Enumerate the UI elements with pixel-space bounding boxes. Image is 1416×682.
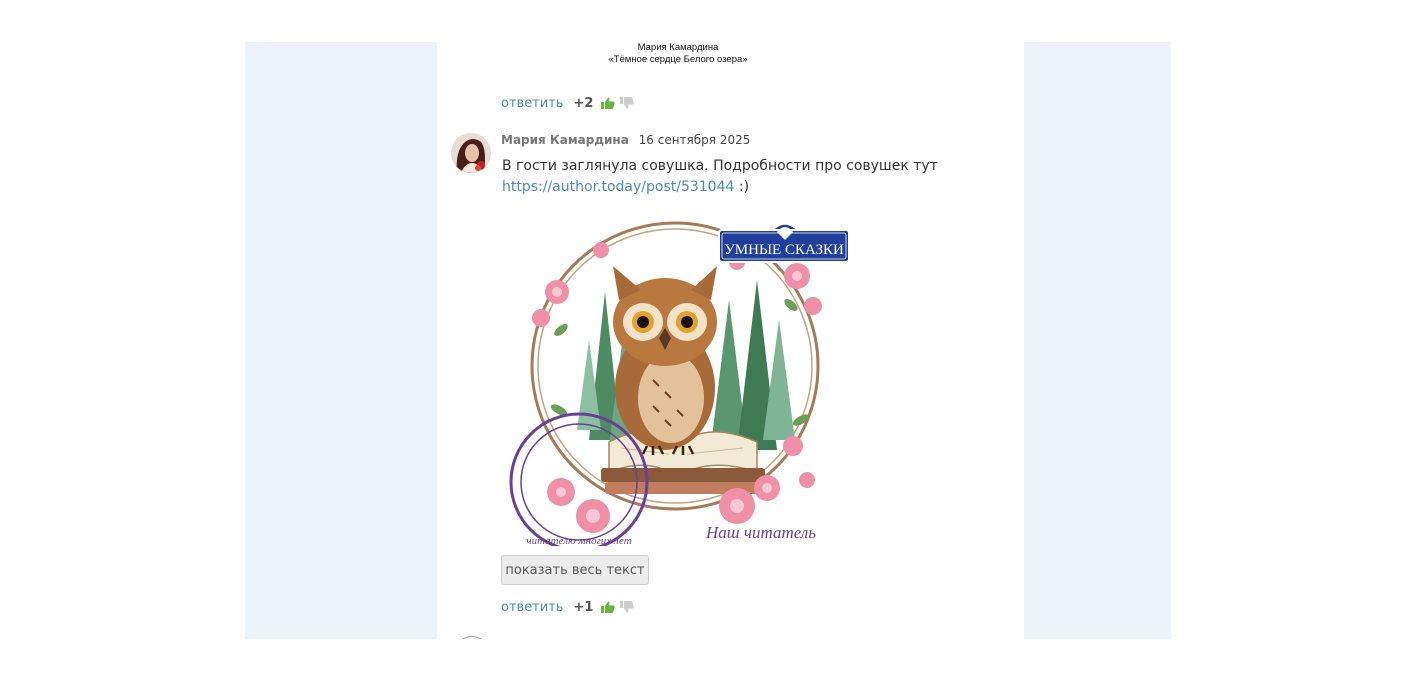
author-name[interactable]: Мария Камардина [501, 133, 629, 147]
caption-book-title: «Тёмное сердце Белого озера» [608, 54, 748, 65]
next-comment-avatar[interactable] [453, 636, 491, 639]
badge-caption: лига авторов [763, 217, 807, 226]
previous-image-caption: Мария Камардина «Тёмное сердце Белого оз… [567, 42, 789, 66]
reply-link[interactable]: ответить [501, 600, 563, 615]
caption-author: Мария Камардина [637, 42, 719, 53]
comments-column: Мария Камардина «Тёмное сердце Белого оз… [437, 42, 1024, 639]
comment-text: В гости заглянула совушка. Подробности п… [502, 156, 952, 198]
comment-score: +2 [573, 95, 594, 111]
previous-comment-actions: ответить +2 [501, 94, 635, 112]
badge-title: УМНЫЕ СКАЗКИ [724, 242, 844, 258]
comment-actions: ответить +1 [501, 598, 635, 616]
thumbs-up-icon[interactable] [601, 97, 616, 109]
comment-date: 16 сентября 2025 [638, 133, 751, 147]
comment-score: +1 [573, 599, 594, 615]
comment-meta: Мария Камардина 16 сентября 2025 [501, 132, 750, 148]
signature-text: Наш читатель [705, 523, 816, 542]
avatar[interactable] [451, 133, 491, 173]
stamp-text: читателю многих лет [526, 535, 631, 546]
comment-text-start: В гости заглянула совушка. Подробности п… [502, 158, 938, 174]
thumbs-down-icon[interactable] [620, 601, 635, 613]
comment-text-end: :) [734, 179, 750, 195]
show-full-text-button[interactable]: показать весь текст [501, 555, 649, 585]
reply-link[interactable]: ответить [501, 96, 563, 111]
thumbs-up-icon[interactable] [601, 601, 616, 613]
owl-picture[interactable]: лига авторов УМНЫЕ СКАЗКИ читателю многи… [501, 210, 857, 552]
thumbs-down-icon[interactable] [620, 97, 635, 109]
post-link[interactable]: https://author.today/post/531044 [502, 179, 734, 195]
